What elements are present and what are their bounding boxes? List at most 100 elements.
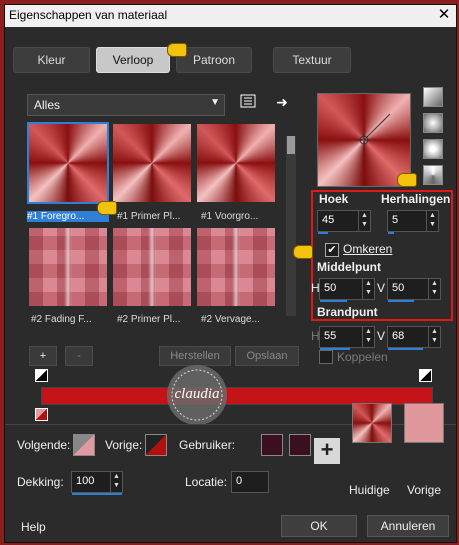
herhalingen-bar: [388, 232, 394, 234]
stepper-arrows-icon[interactable]: ▲ ▼: [428, 279, 440, 299]
ok-button[interactable]: OK: [281, 515, 357, 537]
stepper-arrows-icon[interactable]: ▲ ▼: [110, 472, 122, 492]
linear-style-button[interactable]: [423, 87, 443, 107]
gebruiker-swatch-1[interactable]: [261, 434, 283, 456]
radial-style-button[interactable]: [423, 165, 443, 185]
gradient-thumb-2[interactable]: [113, 124, 191, 202]
watermark-logo: claudia: [151, 361, 243, 429]
brand-v-label: V: [377, 329, 386, 343]
huidige-label: Huidige: [349, 483, 390, 497]
add-to-swatches-button[interactable]: +: [314, 438, 340, 464]
dekking-bar: [72, 493, 122, 495]
hoek-value: 45: [322, 214, 335, 226]
middelpunt-label: Middelpunt: [317, 260, 381, 274]
save-gradient-button[interactable]: Opslaan: [235, 346, 299, 366]
close-button[interactable]: ✕: [436, 7, 452, 23]
dekking-value: 100: [76, 475, 95, 487]
middel-v-value: 50: [392, 282, 405, 294]
middel-h-bar: [320, 300, 347, 302]
title-bar: Eigenschappen van materiaal ✕: [5, 5, 456, 27]
gradient-thumb-label: #1 Voorgro...: [201, 211, 259, 222]
pointer-hand-icon: [167, 43, 187, 57]
herhalingen-value: 5: [392, 214, 399, 226]
stepper-arrows-icon[interactable]: ▲ ▼: [428, 327, 440, 347]
stepper-arrows-icon[interactable]: ▲ ▼: [362, 279, 374, 299]
gradient-thumb-label: #2 Fading F...: [31, 314, 92, 325]
dekking-label: Dekking:: [17, 475, 64, 489]
brand-v-stepper[interactable]: 68 ▲ ▼: [387, 326, 441, 350]
stepper-arrows-icon[interactable]: ▲ ▼: [362, 327, 374, 347]
gebruiker-swatch-2[interactable]: [289, 434, 311, 456]
gebruiker-label: Gebruiker:: [179, 438, 236, 452]
color-stop-left[interactable]: [35, 408, 48, 421]
hoek-bar: [318, 232, 328, 234]
help-button[interactable]: Help: [21, 520, 46, 534]
gradient-thumb-label: #1 Primer Pl...: [117, 211, 181, 222]
volgende-swatch[interactable]: [73, 434, 95, 456]
koppelen-checkbox[interactable]: [319, 350, 333, 364]
library-options-icon[interactable]: [239, 94, 257, 112]
category-dropdown-value: Alles: [34, 98, 61, 112]
material-properties-window: Eigenschappen van materiaal ✕ Kleur Verl…: [4, 4, 457, 543]
brandpunt-label: Brandpunt: [317, 305, 378, 319]
omkeren-checkbox[interactable]: ✔: [325, 243, 339, 257]
opacity-stop-right[interactable]: [419, 369, 432, 382]
herhalingen-label: Herhalingen: [381, 192, 451, 206]
vorige-swatch-large[interactable]: [404, 403, 444, 443]
tab-verloop[interactable]: Verloop: [96, 47, 170, 73]
gradient-thumb-3[interactable]: [197, 124, 275, 202]
sunburst-style-button[interactable]: [423, 139, 443, 159]
opacity-stop-left[interactable]: [35, 369, 48, 382]
gradient-thumb-label: #1 Foregro...: [27, 211, 109, 222]
gradient-thumb-6[interactable]: [197, 228, 275, 306]
locatie-field[interactable]: 0: [231, 471, 269, 493]
locatie-value: 0: [236, 475, 243, 487]
dekking-stepper[interactable]: 100 ▲ ▼: [71, 471, 123, 495]
vorige-label: Vorige:: [105, 438, 143, 452]
rectangular-style-button[interactable]: [423, 113, 443, 133]
gradient-thumb-label: #2 Primer Pl...: [117, 314, 181, 325]
gradient-thumb-4[interactable]: [29, 228, 107, 306]
tab-kleur[interactable]: Kleur: [13, 47, 90, 73]
watermark-text: claudia: [175, 386, 220, 402]
middel-h-value: 50: [324, 282, 337, 294]
hoek-label: Hoek: [319, 192, 349, 206]
hoek-stepper[interactable]: 45 ▲ ▼: [317, 210, 371, 234]
middel-h-stepper[interactable]: 50 ▲ ▼: [319, 278, 375, 302]
middel-v-label: V: [377, 281, 386, 295]
brand-v-bar: [388, 348, 423, 350]
gradient-thumb-1[interactable]: [27, 122, 109, 204]
brand-h-value: 55: [324, 330, 337, 342]
volgende-label: Volgende:: [17, 438, 71, 452]
gradient-preview[interactable]: [317, 93, 411, 187]
vorige-swatch-small[interactable]: [145, 434, 167, 456]
brand-v-value: 68: [392, 330, 405, 342]
stepper-arrows-icon[interactable]: ▲ ▼: [426, 211, 438, 231]
category-dropdown[interactable]: Alles ▼: [27, 94, 225, 116]
add-gradient-button[interactable]: +: [29, 346, 57, 366]
window-title: Eigenschappen van materiaal: [9, 8, 168, 22]
gradient-thumb-5[interactable]: [113, 228, 191, 306]
locatie-label: Locatie:: [185, 475, 228, 489]
herhalingen-stepper[interactable]: 5 ▲ ▼: [387, 210, 439, 234]
middel-v-stepper[interactable]: 50 ▲ ▼: [387, 278, 441, 302]
pointer-hand-icon: [97, 201, 117, 215]
koppelen-label: Koppelen: [337, 350, 388, 364]
gradient-thumb-label: #2 Vervage...: [201, 314, 260, 325]
tab-textuur[interactable]: Textuur: [273, 47, 351, 73]
huidige-swatch[interactable]: [352, 403, 392, 443]
tab-patroon[interactable]: Patroon: [176, 47, 252, 73]
chevron-down-icon: ▼: [210, 97, 220, 108]
pointer-hand-icon: [293, 245, 313, 259]
cancel-button[interactable]: Annuleren: [367, 515, 449, 537]
omkeren-label: Omkeren: [343, 242, 393, 256]
scrollbar-knob[interactable]: [287, 136, 295, 154]
vorige-swatch-label: Vorige: [407, 483, 442, 497]
remove-gradient-button[interactable]: -: [65, 346, 93, 366]
brand-h-stepper[interactable]: 55 ▲ ▼: [319, 326, 375, 350]
arrow-right-icon[interactable]: ➜: [273, 93, 291, 111]
pointer-hand-icon: [397, 173, 417, 187]
middel-v-bar: [388, 300, 414, 302]
stepper-arrows-icon[interactable]: ▲ ▼: [358, 211, 370, 231]
thumb-scrollbar[interactable]: [286, 136, 296, 316]
